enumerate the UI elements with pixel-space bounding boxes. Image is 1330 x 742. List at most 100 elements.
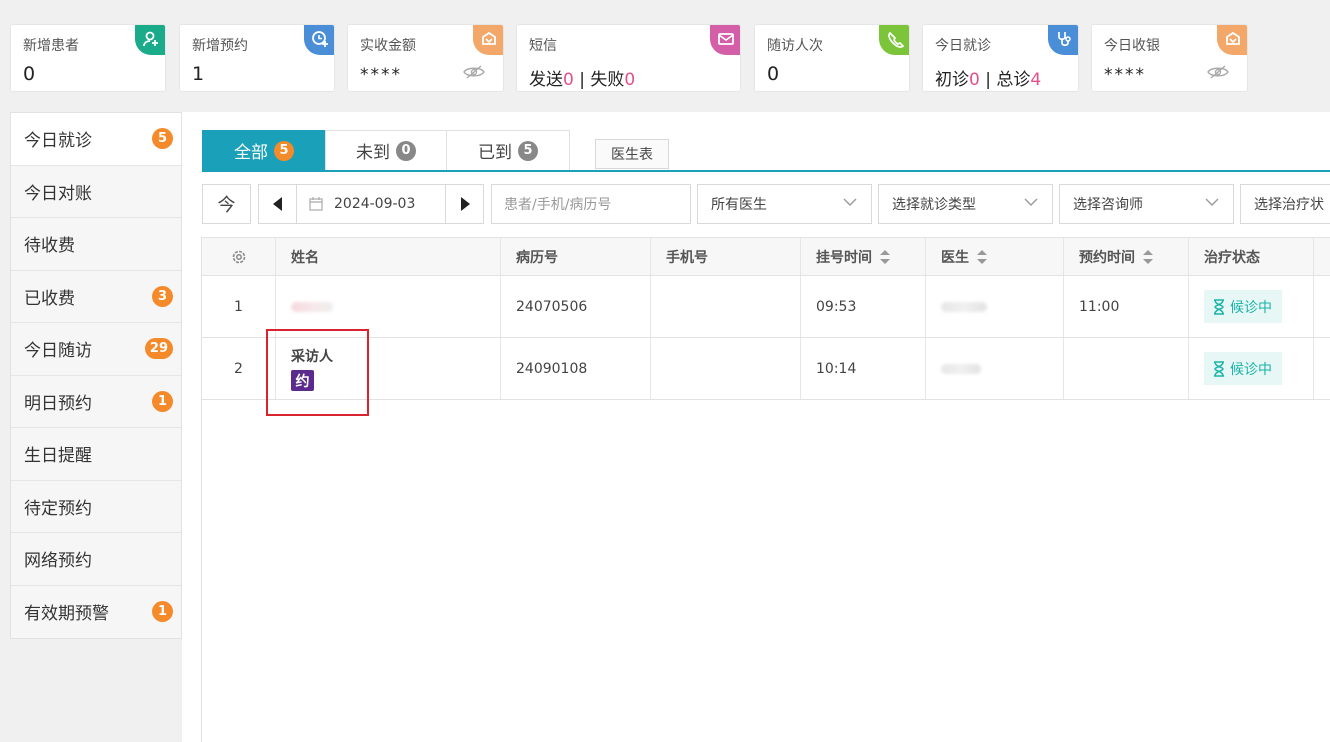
sms-sent-count: 0 <box>563 70 574 90</box>
settings-column[interactable] <box>202 238 276 275</box>
column-header-status: 治疗状态 <box>1189 238 1314 275</box>
sidebar-item-label: 今日就诊 <box>24 131 92 152</box>
record-number: 24090108 <box>501 338 651 399</box>
eye-off-icon[interactable] <box>463 65 485 79</box>
tab-not-arrived[interactable]: 未到 0 <box>325 130 447 171</box>
column-header-record-no: 病历号 <box>501 238 651 275</box>
stat-value-masked: **** <box>1104 65 1146 85</box>
doctor-name <box>926 338 1064 399</box>
total-visit-label: 总诊 <box>996 70 1031 90</box>
patient-name[interactable]: 采访人 约 <box>276 338 501 399</box>
count-badge: 0 <box>396 140 416 161</box>
stat-label: 新增预约 <box>192 38 248 54</box>
sidebar-item-online-appointments[interactable]: 网络预约 <box>11 533 181 586</box>
redacted-doctor <box>941 301 987 312</box>
status-text: 候诊中 <box>1230 361 1272 378</box>
status-tabs: 全部 5 未到 0 已到 5 <box>202 130 570 171</box>
stat-label: 今日收银 <box>1104 38 1160 54</box>
main-panel: 全部 5 未到 0 已到 5 医生表 今 2024-09-03 患者/手机/病历号 所… <box>182 112 1330 742</box>
appointment-time <box>1064 338 1189 399</box>
treatment-status-select[interactable]: 选择治疗状 <box>1240 184 1330 224</box>
sidebar-item-birthday-reminders[interactable]: 生日提醒 <box>11 428 181 481</box>
sms-failed-count: 0 <box>624 70 636 90</box>
chevron-down-icon <box>1205 198 1219 206</box>
patient-name[interactable] <box>276 276 501 337</box>
sidebar-nav: 今日就诊 5 今日对账 待收费 已收费 3 今日随访 29 明日预约 1 生日提醒 待定… <box>10 112 182 639</box>
date-input[interactable]: 2024-09-03 <box>334 196 415 212</box>
column-header-doctor[interactable]: 医生 <box>926 238 1064 275</box>
user-plus-icon <box>135 25 165 55</box>
prev-day-button[interactable] <box>259 185 297 223</box>
phone-icon <box>879 25 909 55</box>
mail-icon <box>710 25 740 55</box>
stat-value: 0 <box>767 63 780 85</box>
sidebar-item-reconciliation[interactable]: 今日对账 <box>11 165 181 218</box>
header-label: 挂号时间 <box>816 249 872 266</box>
tab-arrived[interactable]: 已到 5 <box>446 130 570 171</box>
stat-card-today-cashier[interactable]: 今日收银 **** <box>1091 24 1248 92</box>
select-value: 选择治疗状 <box>1254 197 1324 213</box>
redacted-doctor <box>941 363 981 374</box>
patient-search-input[interactable]: 患者/手机/病历号 <box>491 184 691 224</box>
record-number: 24070506 <box>501 276 651 337</box>
visit-stats: 初诊0 | 总诊4 <box>935 65 1041 90</box>
first-visit-label: 初诊 <box>935 70 969 90</box>
stat-card-sms[interactable]: 短信 发送0 | 失败0 <box>516 24 741 92</box>
tab-label: 未到 <box>356 143 390 163</box>
count-badge: 5 <box>152 128 173 149</box>
sidebar-item-label: 今日随访 <box>24 341 92 362</box>
sort-icon <box>977 249 987 264</box>
sidebar-item-label: 明日预约 <box>24 393 92 414</box>
column-header-overflow <box>1314 238 1330 275</box>
stat-value: 1 <box>192 63 205 85</box>
sidebar-item-pending-charge[interactable]: 待收费 <box>11 218 181 271</box>
table-left-border <box>201 237 202 742</box>
sidebar-item-expiry-warning[interactable]: 有效期预警 1 <box>11 585 181 638</box>
stat-card-followups[interactable]: 随访人次 0 <box>754 24 910 92</box>
separator: | <box>979 70 997 90</box>
stat-value-masked: **** <box>360 65 402 85</box>
table-row[interactable]: 1 24070506 09:53 11:00 候诊中 <box>202 276 1330 338</box>
stat-card-today-visits[interactable]: 今日就诊 初诊0 | 总诊4 <box>922 24 1079 92</box>
sidebar-item-tomorrow-appointments[interactable]: 明日预约 1 <box>11 375 181 428</box>
hourglass-icon <box>1214 298 1224 315</box>
column-header-phone: 手机号 <box>651 238 801 275</box>
sidebar-item-charged[interactable]: 已收费 3 <box>11 270 181 323</box>
eye-off-icon[interactable] <box>1207 65 1229 79</box>
separator: | <box>573 70 591 90</box>
next-day-button[interactable] <box>445 185 483 223</box>
stat-card-new-appointments[interactable]: 新增预约 1 <box>179 24 335 92</box>
sidebar-item-today-followup[interactable]: 今日随访 29 <box>11 323 181 376</box>
table-row[interactable]: 2 采访人 约 24090108 10:14 候诊中 <box>202 338 1330 400</box>
sidebar-item-label: 生日提醒 <box>24 446 92 467</box>
registration-time: 10:14 <box>801 338 926 399</box>
column-header-appt-time[interactable]: 预约时间 <box>1064 238 1189 275</box>
consultant-select[interactable]: 选择咨询师 <box>1059 184 1234 224</box>
tab-all[interactable]: 全部 5 <box>202 130 326 171</box>
patient-name-text: 采访人 <box>291 349 333 365</box>
doctor-table-button[interactable]: 医生表 <box>595 139 669 169</box>
column-header-reg-time[interactable]: 挂号时间 <box>801 238 926 275</box>
header-label: 医生 <box>941 249 969 266</box>
status-badge[interactable]: 候诊中 <box>1204 290 1282 323</box>
sidebar-item-today-visits[interactable]: 今日就诊 5 <box>11 113 181 166</box>
sidebar-item-pending-appointments[interactable]: 待定预约 <box>11 480 181 533</box>
overflow-cell <box>1314 338 1330 399</box>
chevron-down-icon <box>843 198 857 206</box>
date-picker: 2024-09-03 <box>258 184 484 224</box>
stat-card-received-amount[interactable]: 实收金额 **** <box>347 24 504 92</box>
patient-table: 姓名 病历号 手机号 挂号时间 医生 预约时间 治疗状态 1 24070506 … <box>202 237 1330 400</box>
appointment-tag: 约 <box>291 370 314 391</box>
treatment-status-cell: 候诊中 <box>1189 338 1314 399</box>
doctor-select[interactable]: 所有医生 <box>697 184 872 224</box>
stat-card-new-patients[interactable]: 新增患者 0 <box>10 24 166 92</box>
status-badge[interactable]: 候诊中 <box>1204 352 1282 385</box>
sidebar-item-label: 待收费 <box>24 236 75 257</box>
visit-type-select[interactable]: 选择就诊类型 <box>878 184 1053 224</box>
overflow-cell <box>1314 276 1330 337</box>
hourglass-icon <box>1214 360 1224 377</box>
select-value: 所有医生 <box>711 197 767 213</box>
tab-label: 全部 <box>234 143 268 163</box>
today-button[interactable]: 今 <box>202 184 251 224</box>
count-badge: 1 <box>152 390 173 412</box>
